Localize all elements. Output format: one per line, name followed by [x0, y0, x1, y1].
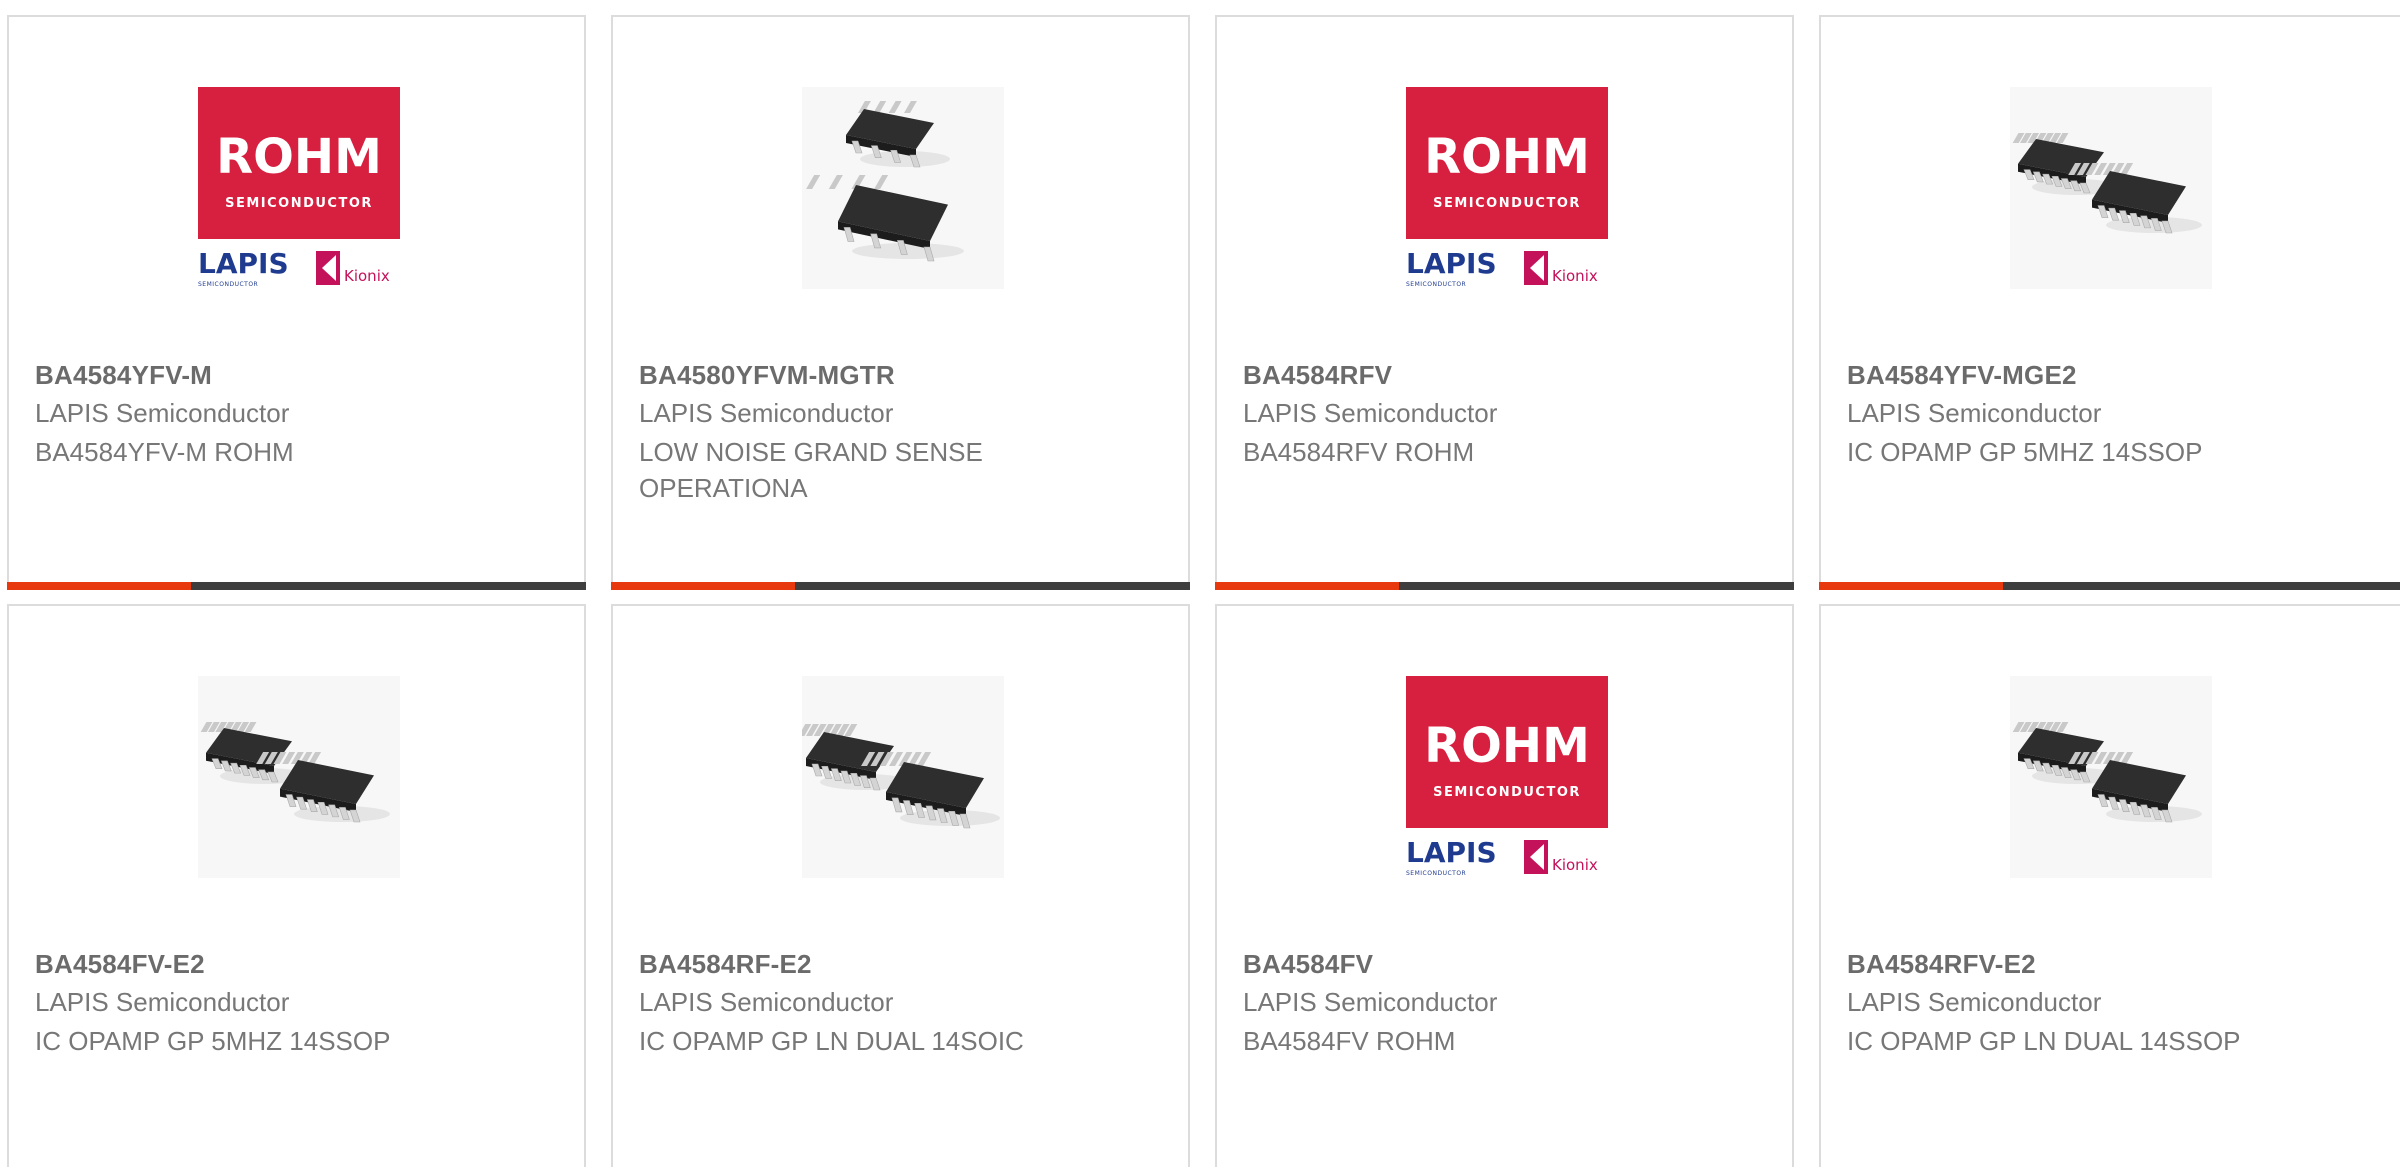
manufacturer: LAPIS Semiconductor: [639, 987, 894, 1017]
product-card[interactable]: BA4584YFV-MGE2 LAPIS Semiconductor IC OP…: [1819, 15, 2400, 590]
product-card[interactable]: BA4584RF-E2 LAPIS Semiconductor IC OPAMP…: [611, 604, 1190, 1167]
rohm-logo-icon: ROHM SEMICONDUCTOR LAPIS SEMICONDUCTOR K…: [198, 87, 400, 288]
part-number[interactable]: BA4584FV-E2: [35, 949, 205, 980]
kionix-wordmark: Kionix: [344, 267, 390, 285]
part-number[interactable]: BA4584RFV-E2: [1847, 949, 2036, 980]
description: IC OPAMP GP LN DUAL 14SSOP: [1847, 1026, 2241, 1056]
card-accent: [611, 582, 795, 590]
part-number[interactable]: BA4584RF-E2: [639, 949, 812, 980]
manufacturer: LAPIS Semiconductor: [639, 398, 894, 428]
lapis-wordmark: LAPIS: [1406, 247, 1497, 280]
manufacturer: LAPIS Semiconductor: [1847, 987, 2102, 1017]
manufacturer: LAPIS Semiconductor: [35, 398, 290, 428]
product-card[interactable]: ROHM SEMICONDUCTOR LAPIS SEMICONDUCTOR K…: [7, 15, 586, 590]
description: BA4584YFV-M ROHM: [35, 437, 294, 467]
product-image: [2010, 87, 2212, 289]
lapis-sub: SEMICONDUCTOR: [1406, 281, 1466, 288]
product-image: [2010, 676, 2212, 878]
chip-ssop14-icon: [2010, 87, 2212, 289]
manufacturer: LAPIS Semiconductor: [1243, 398, 1498, 428]
product-image: ROHM SEMICONDUCTOR LAPIS SEMICONDUCTOR K…: [198, 87, 400, 289]
logo-brand: ROHM: [216, 129, 382, 185]
manufacturer: LAPIS Semiconductor: [35, 987, 290, 1017]
card-bottom-bar: [1819, 582, 2400, 590]
product-image: ROHM SEMICONDUCTOR LAPIS SEMICONDUCTOR K…: [1406, 676, 1608, 878]
lapis-sub: SEMICONDUCTOR: [1406, 870, 1466, 877]
product-image: [802, 87, 1004, 289]
product-card[interactable]: BA4584RFV-E2 LAPIS Semiconductor IC OPAM…: [1819, 604, 2400, 1167]
manufacturer: LAPIS Semiconductor: [1847, 398, 2102, 428]
logo-brand: ROHM: [1424, 718, 1590, 774]
product-card[interactable]: BA4580YFVM-MGTR LAPIS Semiconductor LOW …: [611, 15, 1190, 590]
description: IC OPAMP GP 5MHZ 14SSOP: [1847, 437, 2203, 467]
logo-sub: SEMICONDUCTOR: [1433, 785, 1581, 800]
product-card[interactable]: ROHM SEMICONDUCTOR LAPIS SEMICONDUCTOR K…: [1215, 15, 1794, 590]
kionix-wordmark: Kionix: [1552, 856, 1598, 874]
lapis-wordmark: LAPIS: [1406, 836, 1497, 869]
product-card[interactable]: ROHM SEMICONDUCTOR LAPIS SEMICONDUCTOR K…: [1215, 604, 1794, 1167]
product-image: [198, 676, 400, 878]
chip-ssop14-icon: [2010, 676, 2212, 878]
rohm-logo-icon: ROHM SEMICONDUCTOR LAPIS SEMICONDUCTOR K…: [1406, 676, 1608, 877]
product-card[interactable]: BA4584FV-E2 LAPIS Semiconductor IC OPAMP…: [7, 604, 586, 1167]
card-bottom-bar: [7, 582, 586, 590]
kionix-wordmark: Kionix: [1552, 267, 1598, 285]
card-bottom-bar: [611, 582, 1190, 590]
part-number[interactable]: BA4584YFV-MGE2: [1847, 360, 2077, 391]
card-accent: [1215, 582, 1399, 590]
product-grid: ROHM SEMICONDUCTOR LAPIS SEMICONDUCTOR K…: [0, 0, 2400, 1167]
logo-sub: SEMICONDUCTOR: [225, 196, 373, 211]
product-image: ROHM SEMICONDUCTOR LAPIS SEMICONDUCTOR K…: [1406, 87, 1608, 289]
lapis-sub: SEMICONDUCTOR: [198, 281, 258, 288]
chip-msop8-icon: [802, 87, 1004, 289]
logo-brand: ROHM: [1424, 129, 1590, 185]
description: BA4584FV ROHM: [1243, 1026, 1456, 1056]
card-accent: [7, 582, 191, 590]
part-number[interactable]: BA4584FV: [1243, 949, 1373, 980]
description: IC OPAMP GP 5MHZ 14SSOP: [35, 1026, 391, 1056]
description: IC OPAMP GP LN DUAL 14SOIC: [639, 1026, 1024, 1056]
part-number[interactable]: BA4584RFV: [1243, 360, 1392, 391]
part-number[interactable]: BA4580YFVM-MGTR: [639, 360, 895, 391]
lapis-wordmark: LAPIS: [198, 247, 289, 280]
description: LOW NOISE GRAND SENSE OPERATIONA: [639, 437, 983, 503]
part-number[interactable]: BA4584YFV-M: [35, 360, 212, 391]
description: BA4584RFV ROHM: [1243, 437, 1475, 467]
card-bottom-bar: [1215, 582, 1794, 590]
card-accent: [1819, 582, 2003, 590]
logo-sub: SEMICONDUCTOR: [1433, 196, 1581, 211]
rohm-logo-icon: ROHM SEMICONDUCTOR LAPIS SEMICONDUCTOR K…: [1406, 87, 1608, 288]
manufacturer: LAPIS Semiconductor: [1243, 987, 1498, 1017]
chip-ssop14-icon: [198, 676, 400, 878]
chip-soic14-icon: [802, 676, 1004, 878]
product-image: [802, 676, 1004, 878]
